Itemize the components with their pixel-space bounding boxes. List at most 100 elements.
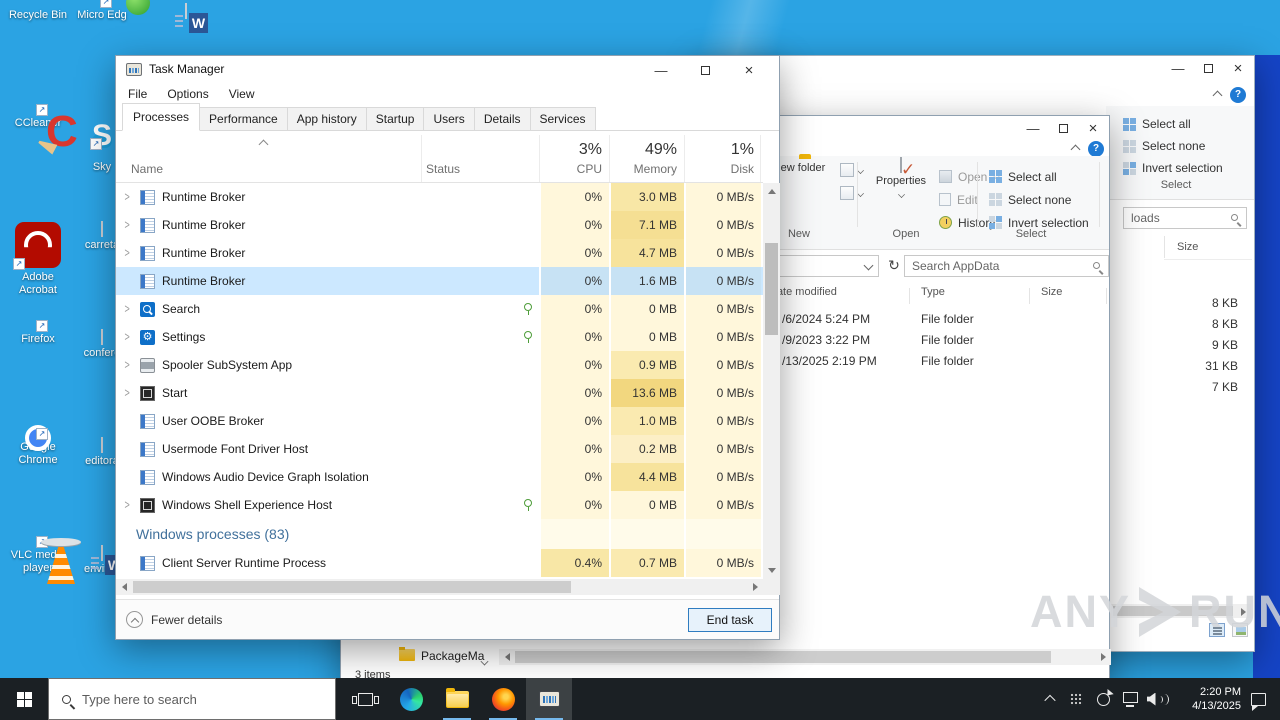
status-column-header[interactable]: Status: [426, 162, 460, 176]
taskbar-firefox-button[interactable]: [480, 678, 526, 720]
scroll-left-arrow[interactable]: [499, 649, 515, 665]
clock-date: 4/13/2025: [1192, 700, 1241, 712]
edge-icon: [399, 687, 423, 711]
menu-view[interactable]: View: [219, 83, 265, 105]
tab-services[interactable]: Services: [530, 107, 596, 131]
desktop-icon-recycle-bin[interactable]: Recycle Bin: [7, 6, 69, 22]
disk-total[interactable]: 1%: [684, 141, 761, 159]
taskbar-explorer-button[interactable]: [434, 678, 480, 720]
taskbar-search-box[interactable]: Type here to search: [48, 678, 336, 720]
scroll-down-arrow[interactable]: [763, 562, 780, 579]
process-row[interactable]: > Runtime Broker 0% 4.7 MB 0 MB/s: [116, 239, 763, 267]
vertical-scrollbar[interactable]: [763, 183, 780, 579]
select-all-button[interactable]: Select all: [989, 165, 1089, 188]
collapse-ribbon-icon[interactable]: [1070, 144, 1081, 154]
fewer-details-button[interactable]: Fewer details: [126, 611, 222, 628]
close-button[interactable]: ×: [1223, 57, 1253, 80]
end-task-button[interactable]: End task: [688, 608, 772, 632]
minimize-button[interactable]: —: [639, 59, 683, 82]
refresh-button[interactable]: ↻: [883, 255, 905, 277]
front-horizontal-scrollbar[interactable]: [499, 649, 1111, 665]
desktop-icon-ccleaner[interactable]: ↗ CCleaner: [7, 104, 69, 130]
process-row[interactable]: > Spooler SubSystem App 0% 0.9 MB 0 MB/s: [116, 351, 763, 379]
select-none-button[interactable]: Select none: [1123, 135, 1205, 157]
taskbar-task-view-button[interactable]: [342, 678, 388, 720]
close-button[interactable]: ×: [1078, 117, 1108, 140]
process-row[interactable]: User OOBE Broker 0% 1.0 MB 0 MB/s: [116, 407, 763, 435]
taskbar-task-manager-button[interactable]: [526, 678, 572, 720]
invert-selection-button[interactable]: Invert selection: [1123, 157, 1223, 179]
tab-processes[interactable]: Processes: [122, 103, 201, 131]
close-button[interactable]: ×: [727, 59, 771, 82]
taskbar-clock[interactable]: 2:20 PM 4/13/2025: [1179, 685, 1241, 713]
start-button[interactable]: [0, 678, 48, 720]
tab-performance[interactable]: Performance: [200, 107, 288, 131]
expand-chevron-icon: >: [124, 189, 130, 205]
horizontal-scrollbar[interactable]: [116, 579, 763, 595]
process-row[interactable]: > Windows Shell Experience Host 0% 0 MB 0 MB…: [116, 491, 763, 519]
breadcrumb-label[interactable]: PackageMa: [421, 649, 484, 663]
scrollbar-thumb[interactable]: [133, 581, 571, 593]
minimize-button[interactable]: —: [1163, 57, 1193, 80]
help-icon[interactable]: ?: [1088, 141, 1104, 157]
properties-button[interactable]: Properties: [871, 157, 931, 201]
tray-grid-button[interactable]: [1063, 678, 1090, 720]
process-row[interactable]: > Start 0% 13.6 MB 0 MB/s: [116, 379, 763, 407]
collapse-ribbon-icon[interactable]: [1212, 90, 1223, 100]
tab-details[interactable]: Details: [474, 107, 531, 131]
tray-network-button[interactable]: [1117, 678, 1144, 720]
front-search-box[interactable]: Search AppData: [904, 255, 1109, 277]
process-group-row[interactable]: Windows processes (83): [116, 519, 763, 549]
task-manager-window[interactable]: Task Manager — × File Options View Proce…: [115, 55, 780, 640]
maximize-button[interactable]: [683, 59, 727, 82]
name-column-header[interactable]: Name: [131, 162, 163, 176]
process-row[interactable]: > Search 0% 0 MB 0 MB/s: [116, 295, 763, 323]
desktop-icon-google-chrome[interactable]: ↗Google Chrome: [7, 428, 69, 467]
process-row[interactable]: Windows Audio Device Graph Isolation 0% 4.…: [116, 463, 763, 491]
desktop-icon-adobe-acrobat[interactable]: ↗ Adobe Acrobat: [7, 222, 69, 297]
breadcrumb-dropdown[interactable]: [480, 654, 489, 668]
size-column-header[interactable]: Size: [1041, 286, 1062, 298]
cpu-total[interactable]: 3%: [539, 141, 609, 159]
scrollbar-thumb[interactable]: [515, 651, 1051, 663]
memory-column-header[interactable]: Memory: [609, 162, 684, 176]
select-none-button[interactable]: Select none: [989, 188, 1089, 211]
maximize-button[interactable]: [1048, 117, 1078, 140]
tray-volume-button[interactable]: [1144, 678, 1171, 720]
size-column-header[interactable]: Size: [1177, 241, 1198, 253]
process-row[interactable]: > Runtime Broker 0% 3.0 MB 0 MB/s: [116, 183, 763, 211]
process-row[interactable]: > Settings 0%0 MB0 MB/s: [116, 323, 763, 351]
help-icon[interactable]: ?: [1230, 87, 1246, 103]
process-row[interactable]: Client Server Runtime Process 0.4% 0.7 MB 0…: [116, 549, 763, 577]
scroll-left-arrow[interactable]: [116, 579, 132, 595]
scroll-up-arrow[interactable]: [763, 183, 780, 200]
type-column-header[interactable]: Type: [921, 286, 945, 298]
desktop-icon-word-document[interactable]: [163, 3, 209, 52]
memory-total[interactable]: 49%: [609, 141, 684, 159]
desktop-icon-micro-edg[interactable]: ↗ Micro Edg: [71, 0, 133, 22]
cpu-column-header[interactable]: CPU: [539, 162, 609, 176]
scroll-right-arrow[interactable]: [1095, 649, 1111, 665]
menu-options[interactable]: Options: [157, 83, 218, 105]
menu-file[interactable]: File: [118, 83, 157, 105]
tab-app-history[interactable]: App history: [287, 107, 367, 131]
disk-column-header[interactable]: Disk: [684, 162, 761, 176]
process-row[interactable]: Runtime Broker 0% 1.6 MB 0 MB/s: [116, 267, 763, 295]
desktop-icon-vlc-media-player[interactable]: ↗ VLC media player: [7, 536, 69, 575]
scrollbar-thumb[interactable]: [765, 243, 778, 335]
taskbar-edge-button[interactable]: [388, 678, 434, 720]
tab-users[interactable]: Users: [424, 107, 475, 131]
scroll-right-arrow[interactable]: [747, 579, 763, 595]
tray-show-hidden-icons-button[interactable]: [1036, 678, 1063, 720]
back-search-box[interactable]: loads: [1123, 207, 1247, 229]
easy-access-buttons[interactable]: [840, 163, 864, 209]
process-row[interactable]: > Runtime Broker 0% 7.1 MB 0 MB/s: [116, 211, 763, 239]
select-all-button[interactable]: Select all: [1123, 113, 1191, 135]
desktop-icon-firefox[interactable]: ↗ Firefox: [7, 320, 69, 346]
maximize-button[interactable]: [1193, 57, 1223, 80]
tab-startup[interactable]: Startup: [366, 107, 425, 131]
minimize-button[interactable]: —: [1018, 117, 1048, 140]
action-center-icon[interactable]: [1251, 692, 1266, 711]
process-row[interactable]: Usermode Font Driver Host 0% 0.2 MB 0 MB/s: [116, 435, 763, 463]
tray-sync-button[interactable]: [1090, 678, 1117, 720]
